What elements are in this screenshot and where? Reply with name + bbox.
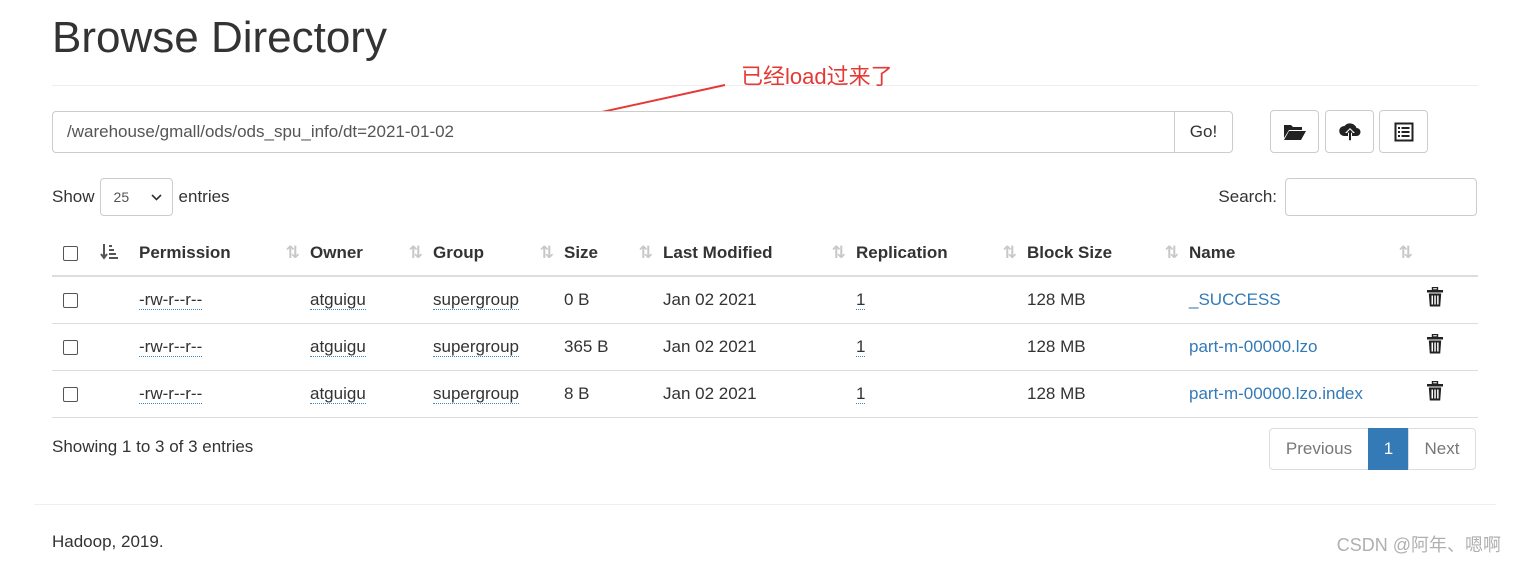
- column-header-permission[interactable]: Permission ⇅: [139, 230, 310, 277]
- cloud-upload-icon: [1338, 122, 1360, 141]
- column-label: Block Size: [1027, 242, 1113, 262]
- replication-cell[interactable]: 1: [856, 383, 866, 404]
- file-name-link[interactable]: part-m-00000.lzo.index: [1189, 384, 1363, 403]
- column-label: Last Modified: [663, 242, 773, 262]
- page-button-current[interactable]: 1: [1368, 428, 1409, 470]
- footer-divider: [34, 504, 1496, 505]
- column-header-last-modified[interactable]: Last Modified ⇅: [663, 230, 856, 277]
- column-label: Replication: [856, 242, 948, 262]
- go-button[interactable]: Go!: [1174, 111, 1233, 153]
- chevron-down-icon: [150, 193, 162, 201]
- size-cell: 365 B: [564, 323, 663, 371]
- owner-cell[interactable]: atguigu: [310, 336, 366, 357]
- length-control: Show 25 entries: [52, 178, 230, 216]
- column-header-owner[interactable]: Owner ⇅: [310, 230, 433, 277]
- column-header-actions: [1423, 230, 1478, 277]
- sort-icon: ⇅: [638, 243, 653, 262]
- sort-icon: ⇅: [1002, 243, 1017, 262]
- last-modified-cell: Jan 02 2021: [663, 370, 856, 418]
- column-header-name[interactable]: Name ⇅: [1189, 230, 1423, 277]
- entries-label: entries: [178, 187, 230, 206]
- upload-button[interactable]: [1325, 110, 1374, 153]
- replication-cell[interactable]: 1: [856, 336, 866, 357]
- directory-table: Permission ⇅ Owner ⇅ Group ⇅ Size ⇅ Last Mod…: [52, 230, 1478, 418]
- sort-icon: ⇅: [831, 243, 846, 262]
- sort-icon: ⇅: [1398, 243, 1413, 262]
- sort-icon: ⇅: [1164, 243, 1179, 262]
- folder-open-icon: [1283, 124, 1306, 140]
- table-row: -rw-r--r-- atguigu supergroup 0 B Jan 02…: [52, 276, 1478, 324]
- last-modified-cell: Jan 02 2021: [663, 323, 856, 371]
- trash-icon: [1427, 380, 1443, 401]
- group-cell[interactable]: supergroup: [433, 289, 520, 310]
- select-all-cell: [52, 230, 100, 277]
- permission-cell[interactable]: -rw-r--r--: [139, 289, 203, 310]
- column-header-size[interactable]: Size ⇅: [564, 230, 663, 277]
- sort-icon: ⇅: [408, 243, 423, 262]
- permission-cell[interactable]: -rw-r--r--: [139, 336, 203, 357]
- owner-cell[interactable]: atguigu: [310, 289, 366, 310]
- size-cell: 0 B: [564, 276, 663, 324]
- delete-button[interactable]: [1427, 380, 1443, 406]
- entries-select[interactable]: 25: [99, 178, 173, 216]
- row-checkbox[interactable]: [63, 339, 78, 355]
- trash-icon: [1427, 287, 1443, 307]
- path-input[interactable]: [52, 111, 1174, 153]
- cut-paste-button[interactable]: [1379, 110, 1428, 153]
- block-size-cell: 128 MB: [1027, 370, 1189, 418]
- group-cell[interactable]: supergroup: [433, 383, 520, 404]
- show-label: Show: [52, 187, 95, 206]
- select-all-checkbox[interactable]: [63, 245, 78, 261]
- column-header-group[interactable]: Group ⇅: [433, 230, 564, 277]
- block-size-cell: 128 MB: [1027, 276, 1189, 324]
- table-info: Showing 1 to 3 of 3 entries: [52, 437, 254, 456]
- inode-sort-header[interactable]: [100, 230, 139, 277]
- search-control: Search:: [1218, 178, 1477, 216]
- delete-button[interactable]: [1427, 287, 1443, 312]
- previous-page-button[interactable]: Previous: [1269, 428, 1369, 470]
- file-name-link[interactable]: _SUCCESS: [1189, 290, 1281, 309]
- table-row: -rw-r--r-- atguigu supergroup 365 B Jan …: [52, 323, 1478, 371]
- column-label: Permission: [139, 242, 231, 262]
- permission-cell[interactable]: -rw-r--r--: [139, 383, 203, 404]
- path-bar: Go!: [52, 111, 1233, 153]
- table-header-row: Permission ⇅ Owner ⇅ Group ⇅ Size ⇅ Last Mod…: [52, 230, 1478, 277]
- sort-amount-down-icon: [100, 244, 118, 260]
- column-label: Size: [564, 242, 599, 262]
- replication-cell[interactable]: 1: [856, 289, 866, 310]
- next-page-button[interactable]: Next: [1408, 428, 1476, 470]
- pagination: Previous 1 Next: [1269, 428, 1476, 470]
- column-header-block-size[interactable]: Block Size ⇅: [1027, 230, 1189, 277]
- last-modified-cell: Jan 02 2021: [663, 276, 856, 324]
- column-label: Name: [1189, 242, 1236, 262]
- column-label: Owner: [310, 242, 363, 262]
- create-directory-button[interactable]: [1270, 110, 1319, 153]
- annotation-text: 已经load过来了: [741, 64, 893, 89]
- group-cell[interactable]: supergroup: [433, 336, 520, 357]
- delete-button[interactable]: [1427, 333, 1443, 359]
- size-cell: 8 B: [564, 370, 663, 418]
- footer-text: Hadoop, 2019.: [52, 532, 164, 551]
- trash-icon: [1427, 333, 1443, 354]
- watermark: CSDN @阿年、嗯啊: [1336, 535, 1501, 555]
- search-label: Search:: [1218, 187, 1277, 206]
- page-title: Browse Directory: [52, 13, 387, 62]
- sort-icon: ⇅: [285, 243, 300, 262]
- file-name-link[interactable]: part-m-00000.lzo: [1189, 337, 1318, 356]
- column-label: Group: [433, 242, 484, 262]
- row-checkbox[interactable]: [63, 386, 78, 402]
- table-row: -rw-r--r-- atguigu supergroup 8 B Jan 02…: [52, 370, 1478, 418]
- entries-select-value: 25: [113, 189, 130, 205]
- list-alt-icon: [1394, 122, 1413, 141]
- sort-icon: ⇅: [539, 243, 554, 262]
- owner-cell[interactable]: atguigu: [310, 383, 366, 404]
- column-header-replication[interactable]: Replication ⇅: [856, 230, 1027, 277]
- block-size-cell: 128 MB: [1027, 323, 1189, 371]
- row-checkbox[interactable]: [63, 292, 78, 308]
- search-input[interactable]: [1285, 178, 1477, 216]
